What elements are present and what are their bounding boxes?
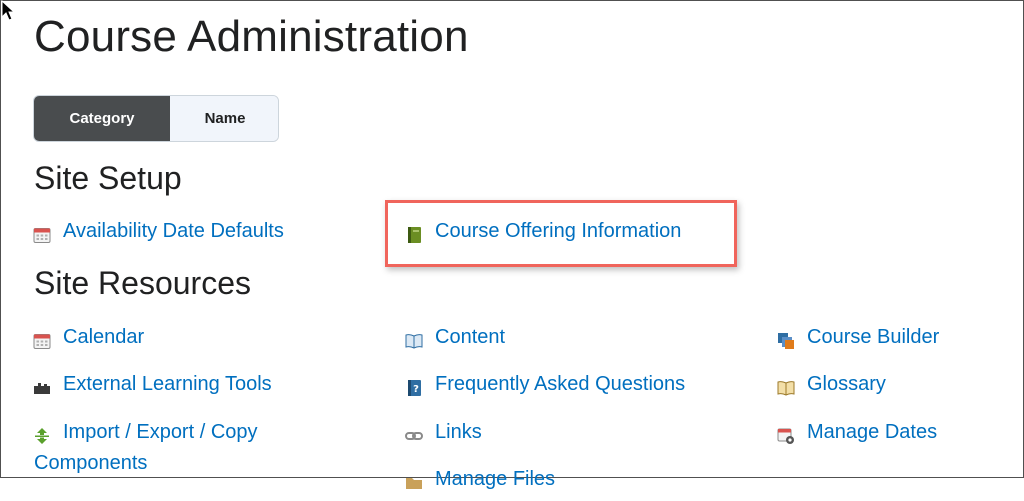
calendar-link[interactable]: Calendar [33,322,144,352]
tool-label: Calendar [63,326,145,348]
tool-label: Course Builder [807,326,940,348]
book-icon [405,223,423,243]
open-book-icon [405,329,423,349]
tool-label: Import / Export / Copy [63,421,258,443]
availability-date-defaults-link[interactable]: Availability Date Defaults [33,216,284,246]
course-builder-link[interactable]: Course Builder [777,322,939,352]
calendar-gear-icon [777,424,795,444]
tool-label: Availability Date Defaults [63,220,284,242]
tool-label-continued[interactable]: Components [34,450,147,476]
external-learning-tools-link[interactable]: External Learning Tools [33,369,272,399]
calendar-icon [33,329,51,349]
glossary-link[interactable]: Glossary [777,369,886,399]
course-builder-icon [777,329,795,349]
content-link[interactable]: Content [405,322,505,352]
links-link[interactable]: Links [405,417,482,447]
link-icon [405,424,423,442]
tool-label: Frequently Asked Questions [435,373,686,395]
svg-text:?: ? [413,384,419,395]
tool-label: Manage Dates [807,421,938,443]
tool-label: Glossary [807,373,886,395]
site-setup-heading: Site Setup [34,160,182,196]
tool-label: Manage Files [435,468,556,490]
tool-label: Links [435,421,482,443]
site-resources-heading: Site Resources [34,265,251,301]
faq-icon: ? [405,376,423,396]
page-title: Course Administration [34,12,469,61]
view-toggle: Category Name [33,95,279,142]
calendar-icon [33,223,51,243]
tool-label: Course Offering Information [435,220,682,242]
frequently-asked-questions-link[interactable]: ? Frequently Asked Questions [405,369,685,399]
glossary-book-icon [777,376,795,396]
course-offering-information-link[interactable]: Course Offering Information [405,216,681,246]
mouse-cursor-icon [1,0,16,21]
import-export-copy-link[interactable]: Import / Export / Copy [33,417,258,447]
tool-label: Content [435,326,506,348]
manage-dates-link[interactable]: Manage Dates [777,417,937,447]
name-view-button[interactable]: Name [170,96,278,141]
category-view-button[interactable]: Category [34,96,170,141]
puzzle-icon [33,376,51,394]
manage-files-link[interactable]: Manage Files [405,464,555,494]
folder-icon [405,471,423,489]
import-export-icon [33,424,51,444]
tool-label: External Learning Tools [63,373,272,395]
